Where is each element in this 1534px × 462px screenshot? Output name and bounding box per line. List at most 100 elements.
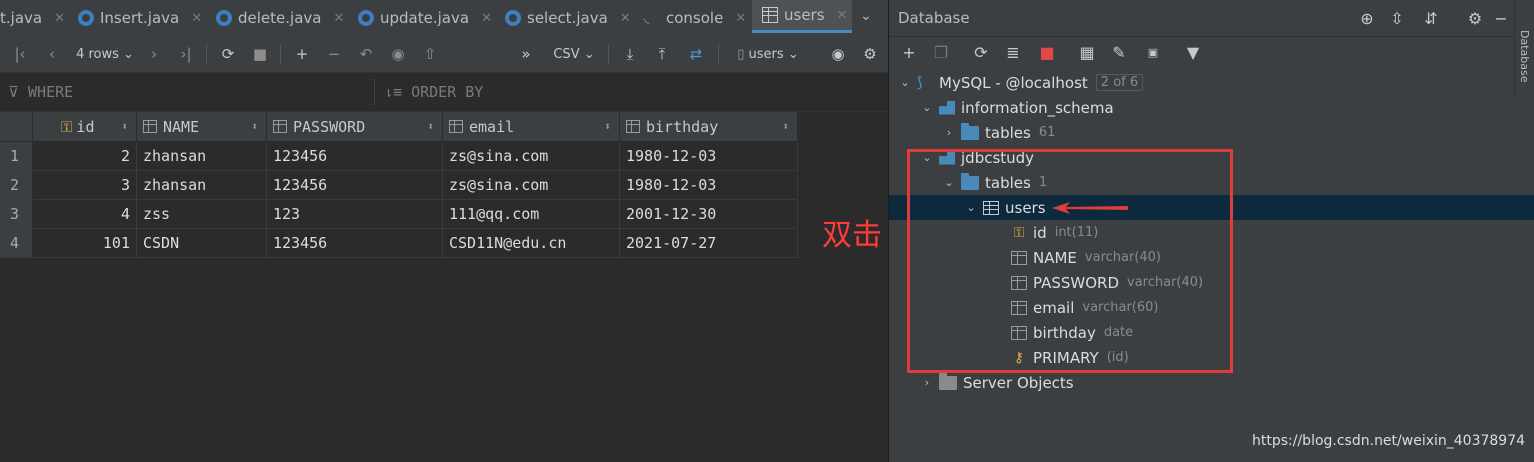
tab-t-java[interactable]: t.java ✕ bbox=[0, 0, 65, 36]
close-icon[interactable]: ✕ bbox=[735, 11, 746, 26]
prev-page-icon[interactable]: ‹ bbox=[40, 36, 64, 72]
tree-column-birthday[interactable]: birthday date bbox=[889, 320, 1534, 345]
submit-icon[interactable]: ⇧ bbox=[418, 36, 442, 72]
tab-insert-java[interactable]: Insert.java ✕ bbox=[78, 0, 202, 36]
cell-id[interactable]: 101 bbox=[33, 229, 137, 258]
cell-email[interactable]: CSD11N@edu.cn bbox=[443, 229, 620, 258]
cell-password[interactable]: 123456 bbox=[267, 171, 443, 200]
cell-name[interactable]: zss bbox=[137, 200, 267, 229]
chevron-right-icon[interactable]: › bbox=[919, 376, 935, 389]
tab-users[interactable]: users ✕ bbox=[752, 0, 852, 33]
tree-folder-tables[interactable]: › tables 61 bbox=[889, 120, 1534, 145]
next-page-icon[interactable]: › bbox=[142, 36, 166, 72]
table-row[interactable]: 2 3 zhansan 123456 zs@sina.com 1980-12-0… bbox=[0, 171, 798, 200]
cell-birthday[interactable]: 1980-12-03 bbox=[620, 142, 798, 171]
refresh-icon[interactable]: ⟳ bbox=[969, 36, 993, 68]
chevron-down-icon[interactable]: ⌄ bbox=[860, 8, 872, 24]
schema-icon[interactable]: ≣ bbox=[1001, 36, 1025, 68]
tree-schema-jdbcstudy[interactable]: ⌄ jdbcstudy bbox=[889, 145, 1534, 170]
sort-icon[interactable]: ⬍ bbox=[782, 120, 789, 133]
chevron-down-icon[interactable]: ⌄ bbox=[897, 76, 913, 89]
cell-birthday[interactable]: 2001-12-30 bbox=[620, 200, 798, 229]
cell-email[interactable]: 111@qq.com bbox=[443, 200, 620, 229]
tree-schema-information-schema[interactable]: ⌄ information_schema bbox=[889, 95, 1534, 120]
tab-console[interactable]: ◟ console ✕ bbox=[644, 0, 746, 36]
cell-password[interactable]: 123 bbox=[267, 200, 443, 229]
tree-column-email[interactable]: email varchar(60) bbox=[889, 295, 1534, 320]
tree-table-users[interactable]: ⌄ users bbox=[889, 195, 1534, 220]
chevron-down-icon[interactable]: ⌄ bbox=[941, 176, 957, 189]
refresh-icon[interactable]: ⟳ bbox=[216, 36, 240, 72]
cell-birthday[interactable]: 2021-07-27 bbox=[620, 229, 798, 258]
cell-birthday[interactable]: 1980-12-03 bbox=[620, 171, 798, 200]
view-icon[interactable]: ◉ bbox=[826, 36, 850, 72]
sort-icon[interactable]: ⬍ bbox=[604, 120, 611, 133]
tree-column-id[interactable]: ⚿ id int(11) bbox=[889, 220, 1534, 245]
close-icon[interactable]: ✕ bbox=[191, 11, 202, 26]
column-header-email[interactable]: email ⬍ bbox=[443, 112, 620, 141]
sort-icon[interactable]: ⬍ bbox=[251, 120, 258, 133]
cell-password[interactable]: 123456 bbox=[267, 142, 443, 171]
chevron-down-icon[interactable]: ⌄ bbox=[919, 151, 935, 164]
preview-icon[interactable]: ◉ bbox=[386, 36, 410, 72]
edit-icon[interactable]: ✎ bbox=[1107, 36, 1131, 68]
column-header-birthday[interactable]: birthday ⬍ bbox=[620, 112, 798, 141]
expand-all-icon[interactable]: ⇳ bbox=[1385, 2, 1409, 34]
row-number[interactable]: 3 bbox=[0, 200, 33, 229]
sort-icon[interactable]: ⬍ bbox=[427, 120, 434, 133]
table-view-icon[interactable]: ▦ bbox=[1075, 36, 1099, 68]
copy-icon[interactable]: ❐ bbox=[929, 36, 953, 68]
first-page-icon[interactable]: |‹ bbox=[8, 36, 32, 72]
minimize-icon[interactable]: − bbox=[1491, 2, 1511, 34]
close-icon[interactable]: ✕ bbox=[481, 11, 492, 26]
column-header-name[interactable]: NAME ⬍ bbox=[137, 112, 267, 141]
tree-column-password[interactable]: PASSWORD varchar(40) bbox=[889, 270, 1534, 295]
tree-folder-tables[interactable]: ⌄ tables 1 bbox=[889, 170, 1534, 195]
cell-id[interactable]: 4 bbox=[33, 200, 137, 229]
tree-column-name[interactable]: NAME varchar(40) bbox=[889, 245, 1534, 270]
stop-icon[interactable]: ■ bbox=[248, 36, 272, 72]
row-number[interactable]: 1 bbox=[0, 142, 33, 171]
add-icon[interactable]: + bbox=[897, 36, 921, 68]
cell-name[interactable]: CSDN bbox=[137, 229, 267, 258]
tree-key-primary[interactable]: ⚷ PRIMARY (id) bbox=[889, 345, 1534, 370]
table-row[interactable]: 1 2 zhansan 123456 zs@sina.com 1980-12-0… bbox=[0, 142, 798, 171]
tab-select-java[interactable]: select.java ✕ bbox=[505, 0, 631, 36]
download-icon[interactable]: ⤓ bbox=[618, 36, 642, 72]
chevron-down-icon[interactable]: ⌄ bbox=[919, 101, 935, 114]
column-header-id[interactable]: ⚿ id ⬍ bbox=[33, 112, 137, 141]
tree-connection[interactable]: ⌄ ⟆ MySQL - @localhost 2 of 6 bbox=[889, 70, 1534, 95]
row-number[interactable]: 2 bbox=[0, 171, 33, 200]
close-icon[interactable]: ✕ bbox=[54, 11, 65, 26]
filter-icon[interactable]: ▼ bbox=[1181, 36, 1205, 68]
order-by-filter[interactable]: ⇂≡ ORDER BY bbox=[384, 73, 483, 111]
cell-email[interactable]: zs@sina.com bbox=[443, 171, 620, 200]
delete-row-icon[interactable]: − bbox=[322, 36, 346, 72]
cell-id[interactable]: 3 bbox=[33, 171, 137, 200]
schema-count-badge[interactable]: 2 of 6 bbox=[1095, 74, 1144, 91]
table-row[interactable]: 3 4 zss 123 111@qq.com 2001-12-30 bbox=[0, 200, 798, 229]
chevron-down-icon[interactable]: ⌄ bbox=[963, 201, 979, 214]
cell-name[interactable]: zhansan bbox=[137, 142, 267, 171]
cell-email[interactable]: zs@sina.com bbox=[443, 142, 620, 171]
export-format-dropdown[interactable]: CSV ⌄ bbox=[548, 36, 600, 72]
cell-id[interactable]: 2 bbox=[33, 142, 137, 171]
tab-update-java[interactable]: update.java ✕ bbox=[358, 0, 492, 36]
sort-icon[interactable]: ⬍ bbox=[121, 120, 128, 133]
more-icon[interactable]: » bbox=[514, 36, 538, 72]
chevron-right-icon[interactable]: › bbox=[941, 126, 957, 139]
row-number[interactable]: 4 bbox=[0, 229, 33, 258]
table-row[interactable]: 4 101 CSDN 123456 CSD11N@edu.cn 2021-07-… bbox=[0, 229, 798, 258]
cell-name[interactable]: zhansan bbox=[137, 171, 267, 200]
close-icon[interactable]: ✕ bbox=[620, 11, 631, 26]
revert-icon[interactable]: ↶ bbox=[354, 36, 378, 72]
where-filter[interactable]: ⊽ WHERE bbox=[8, 73, 73, 111]
schema-selector[interactable]: ▯ users ⌄ bbox=[728, 36, 808, 72]
collapse-all-icon[interactable]: ⇵ bbox=[1419, 2, 1443, 34]
sql-console-icon[interactable]: ▣ bbox=[1141, 36, 1165, 68]
stop-icon[interactable]: ■ bbox=[1035, 36, 1059, 68]
tree-server-objects[interactable]: › Server Objects bbox=[889, 370, 1534, 395]
target-icon[interactable]: ⊕ bbox=[1355, 2, 1379, 34]
cell-password[interactable]: 123456 bbox=[267, 229, 443, 258]
gear-icon[interactable]: ⚙ bbox=[858, 36, 882, 72]
